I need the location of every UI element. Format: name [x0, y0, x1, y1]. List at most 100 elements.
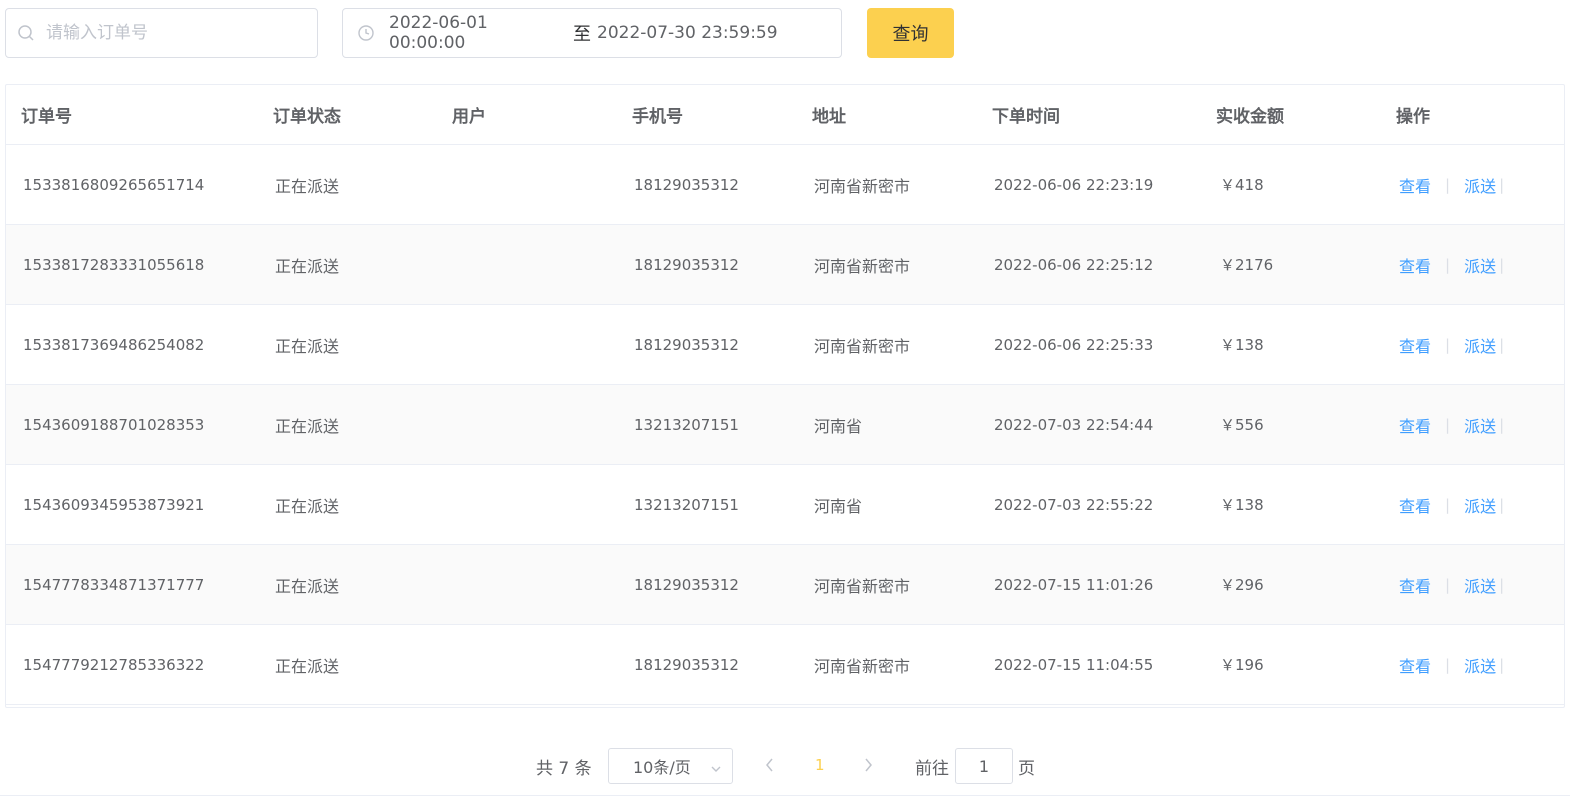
table-row: 1533817283331055618 正在派送 18129035312 河南省… [6, 225, 1564, 305]
order-number-input[interactable] [46, 9, 317, 57]
order-actions: 查看 | 派送 | [1399, 573, 1504, 597]
order-search-box[interactable] [5, 8, 318, 58]
header-user: 用户 [452, 107, 486, 127]
view-link[interactable]: 查看 [1399, 333, 1431, 357]
order-phone: 18129035312 [634, 255, 739, 274]
query-button[interactable]: 查询 [867, 8, 954, 58]
page-size-select[interactable]: 10条/页 [608, 748, 733, 784]
table-row: 1543609345953873921 正在派送 13213207151 河南省… [6, 465, 1564, 545]
order-amount: ￥138 [1220, 336, 1264, 354]
pagination: 共 7 条 10条/页 1 前往 页 [0, 748, 1570, 784]
action-divider: | [1499, 495, 1505, 514]
dispatch-link[interactable]: 派送 [1464, 253, 1496, 277]
order-phone: 18129035312 [634, 175, 739, 194]
header-order-time: 下单时间 [992, 107, 1060, 127]
header-address: 地址 [812, 107, 846, 127]
header-amount: 实收金额 [1216, 107, 1284, 127]
view-link[interactable]: 查看 [1399, 493, 1431, 517]
order-phone: 18129035312 [634, 335, 739, 354]
order-address: 河南省新密市 [814, 576, 911, 596]
order-time: 2022-06-06 22:25:12 [994, 255, 1154, 274]
order-address: 河南省新密市 [814, 256, 911, 276]
table-row: 1543609188701028353 正在派送 13213207151 河南省… [6, 385, 1564, 465]
order-amount: ￥296 [1220, 576, 1264, 594]
clock-icon [343, 24, 389, 42]
order-time: 2022-07-03 22:54:44 [994, 415, 1154, 434]
action-divider: | [1445, 415, 1451, 434]
goto-page-input[interactable] [955, 748, 1013, 784]
header-phone: 手机号 [632, 107, 683, 127]
order-actions: 查看 | 派送 | [1399, 413, 1504, 437]
goto-page-suffix: 页 [1018, 759, 1035, 779]
order-status: 正在派送 [275, 656, 340, 676]
order-time: 2022-07-15 11:04:55 [994, 655, 1154, 674]
prev-page-button[interactable] [762, 756, 778, 779]
orders-table: 订单号 订单状态 用户 手机号 地址 下单时间 实收金额 操作 15338168… [5, 84, 1565, 708]
order-no: 1533817369486254082 [23, 335, 205, 354]
order-address: 河南省 [814, 416, 863, 436]
action-divider: | [1499, 575, 1505, 594]
order-address: 河南省新密市 [814, 656, 911, 676]
order-time: 2022-07-03 22:55:22 [994, 495, 1154, 514]
order-status: 正在派送 [275, 576, 340, 596]
order-status: 正在派送 [275, 496, 340, 516]
order-status: 正在派送 [275, 416, 340, 436]
view-link[interactable]: 查看 [1399, 653, 1431, 677]
order-phone: 13213207151 [634, 415, 739, 434]
order-actions: 查看 | 派送 | [1399, 653, 1504, 677]
order-actions: 查看 | 派送 | [1399, 173, 1504, 197]
order-no: 1547779212785336322 [23, 655, 205, 674]
header-status: 订单状态 [273, 107, 341, 127]
action-divider: | [1445, 495, 1451, 514]
view-link[interactable]: 查看 [1399, 173, 1431, 197]
order-time: 2022-06-06 22:23:19 [994, 175, 1154, 194]
order-phone: 18129035312 [634, 575, 739, 594]
action-divider: | [1499, 255, 1505, 274]
dispatch-link[interactable]: 派送 [1464, 173, 1496, 197]
dispatch-link[interactable]: 派送 [1464, 493, 1496, 517]
order-phone: 18129035312 [634, 655, 739, 674]
table-row: 1533816809265651714 正在派送 18129035312 河南省… [6, 145, 1564, 225]
bottom-divider [0, 795, 1570, 796]
view-link[interactable]: 查看 [1399, 413, 1431, 437]
order-no: 1533817283331055618 [23, 255, 205, 274]
order-amount: ￥556 [1220, 416, 1264, 434]
action-divider: | [1499, 335, 1505, 354]
order-no: 1547778334871371777 [23, 575, 205, 594]
table-row: 1533817369486254082 正在派送 18129035312 河南省… [6, 305, 1564, 385]
action-divider: | [1445, 655, 1451, 674]
dispatch-link[interactable]: 派送 [1464, 653, 1496, 677]
order-amount: ￥196 [1220, 656, 1264, 674]
order-amount: ￥2176 [1220, 256, 1274, 274]
dispatch-link[interactable]: 派送 [1464, 333, 1496, 357]
page-number-current[interactable]: 1 [815, 756, 825, 774]
order-no: 1543609345953873921 [23, 495, 205, 514]
date-range-separator: 至 [573, 24, 591, 45]
pagination-total: 共 7 条 [536, 759, 592, 779]
date-range-end[interactable]: 2022-07-30 23:59:59 [597, 23, 841, 43]
action-divider: | [1499, 415, 1505, 434]
order-status: 正在派送 [275, 176, 340, 196]
action-divider: | [1445, 335, 1451, 354]
table-header: 订单号 订单状态 用户 手机号 地址 下单时间 实收金额 操作 [6, 85, 1564, 145]
search-icon [6, 24, 46, 42]
order-status: 正在派送 [275, 256, 340, 276]
order-time: 2022-06-06 22:25:33 [994, 335, 1154, 354]
order-address: 河南省新密市 [814, 336, 911, 356]
order-address: 河南省 [814, 496, 863, 516]
order-actions: 查看 | 派送 | [1399, 333, 1504, 357]
order-actions: 查看 | 派送 | [1399, 493, 1504, 517]
table-row: 1547779212785336322 正在派送 18129035312 河南省… [6, 625, 1564, 705]
dispatch-link[interactable]: 派送 [1464, 413, 1496, 437]
dispatch-link[interactable]: 派送 [1464, 573, 1496, 597]
order-time: 2022-07-15 11:01:26 [994, 575, 1154, 594]
action-divider: | [1445, 575, 1451, 594]
order-no: 1533816809265651714 [23, 175, 205, 194]
date-range-picker[interactable]: 2022-06-01 00:00:00 至 2022-07-30 23:59:5… [342, 8, 842, 58]
order-status: 正在派送 [275, 336, 340, 356]
date-range-start[interactable]: 2022-06-01 00:00:00 [389, 13, 567, 53]
view-link[interactable]: 查看 [1399, 573, 1431, 597]
next-page-button[interactable] [860, 756, 876, 779]
view-link[interactable]: 查看 [1399, 253, 1431, 277]
action-divider: | [1445, 255, 1451, 274]
